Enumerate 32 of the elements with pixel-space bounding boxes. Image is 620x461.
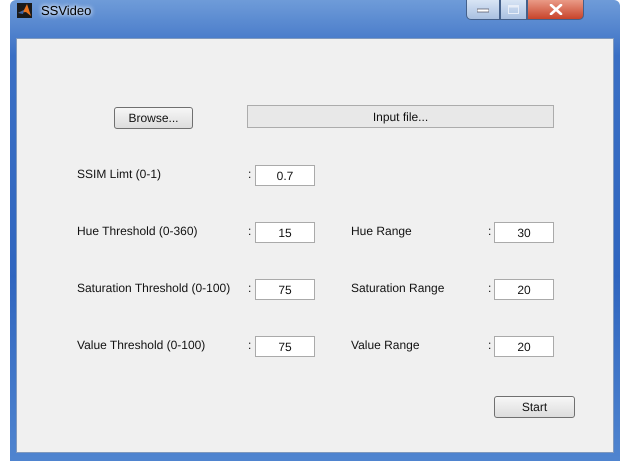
field-label: Saturation Range [351, 280, 446, 295]
minimize-icon [477, 6, 489, 12]
browse-button[interactable]: Browse... [114, 107, 193, 129]
maximize-icon [508, 5, 519, 14]
field-label: Hue Range [351, 223, 413, 238]
colon: : [488, 280, 492, 295]
field-label: Hue Threshold (0-360) [77, 223, 199, 238]
colon: : [488, 337, 492, 352]
file-display: Input file... [247, 105, 554, 128]
input-field[interactable]: 15 [255, 222, 315, 243]
start-button[interactable]: Start [494, 396, 575, 418]
field-label: Value Range [351, 337, 420, 352]
colon: : [248, 337, 252, 352]
close-icon [548, 4, 562, 15]
colon: : [248, 223, 252, 238]
colon: : [248, 166, 252, 181]
input-field[interactable]: 75 [255, 279, 315, 300]
field-label: Value Threshold (0-100) [77, 337, 206, 352]
input-field[interactable]: 20 [494, 336, 554, 357]
app-logo-icon [17, 2, 32, 18]
close-button[interactable] [527, 0, 584, 20]
maximize-button[interactable] [500, 0, 527, 20]
input-field[interactable]: 75 [255, 336, 315, 357]
field-label: SSIM Limt (0-1) [77, 166, 162, 181]
colon: : [488, 223, 492, 238]
input-field[interactable]: 30 [494, 222, 554, 243]
input-field[interactable]: 0.7 [255, 165, 315, 186]
minimize-button[interactable] [466, 0, 500, 20]
window-title: SSVideo [41, 2, 92, 18]
input-field[interactable]: 20 [494, 279, 554, 300]
field-label: Saturation Threshold (0-100) [77, 280, 232, 295]
colon: : [248, 280, 252, 295]
